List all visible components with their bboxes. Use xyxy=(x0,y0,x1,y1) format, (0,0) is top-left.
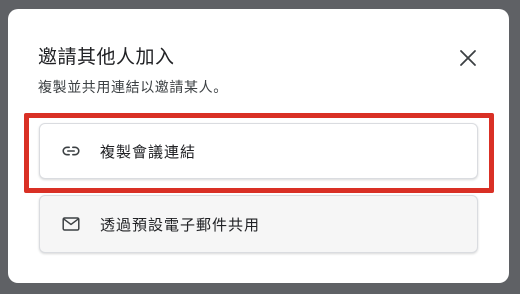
copy-meeting-link-label: 複製會議連結 xyxy=(100,142,197,161)
close-icon xyxy=(456,46,480,70)
dialog-title: 邀請其他人加入 xyxy=(38,46,175,68)
mail-icon xyxy=(60,213,82,235)
share-via-email-label: 透過預設電子郵件共用 xyxy=(100,215,261,234)
dialog-subtitle: 複製並共用連結以邀請某人。 xyxy=(38,80,228,96)
invite-dialog: 邀請其他人加入 複製並共用連結以邀請某人。 複製會議連結 透過預設電子郵件共用 xyxy=(8,9,509,283)
link-icon xyxy=(60,140,82,162)
copy-meeting-link-button[interactable]: 複製會議連結 xyxy=(39,123,478,179)
share-via-email-button[interactable]: 透過預設電子郵件共用 xyxy=(39,195,478,253)
close-button[interactable] xyxy=(456,46,480,70)
